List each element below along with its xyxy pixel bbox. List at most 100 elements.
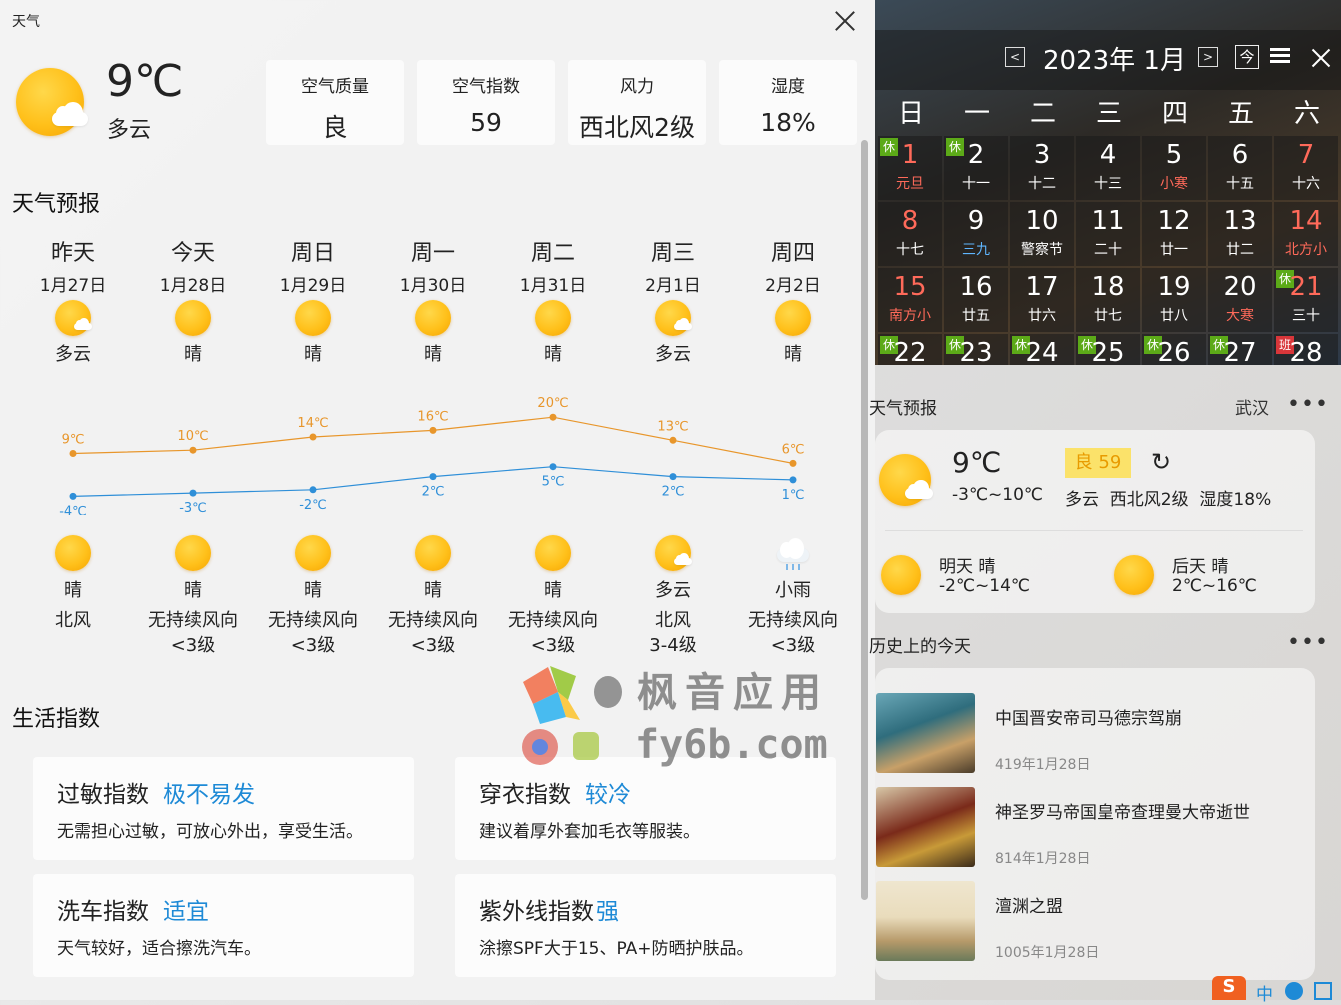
calendar-day[interactable]: 休 1 元旦 [878,136,942,200]
calendar-day[interactable]: 9 三九 [944,202,1008,266]
calendar-day[interactable]: 12 廿一 [1142,202,1206,266]
night-condition: 晴 [184,580,202,601]
scrollbar[interactable] [861,140,868,900]
lunar-label: 十七 [896,242,924,258]
life-card-allergy[interactable]: 过敏指数 极不易发 无需担心过敏，可放心外出，享受生活。 [33,757,414,860]
day-number: 25 [1091,338,1125,365]
calendar-day[interactable]: 16 廿五 [944,268,1008,332]
calendar-day[interactable]: 班 28 [1274,334,1338,365]
calendar-day[interactable]: 休 24 [1010,334,1074,365]
history-image[interactable] [876,693,975,773]
calendar-day[interactable]: 休 21 三十 [1274,268,1338,332]
history-image[interactable] [876,881,975,961]
life-card-uv[interactable]: 紫外线指数 强 涂擦SPF大于15、PA+防晒护肤品。 [455,874,836,977]
emoji-icon[interactable] [1285,982,1303,1000]
history-item-title[interactable]: 澶渊之盟 [995,892,1063,917]
wind-direction: 无持续风向 [748,610,838,631]
calendar-day[interactable]: 18 廿七 [1076,268,1140,332]
calendar-day[interactable]: 休 25 [1076,334,1140,365]
calendar-day[interactable]: 休 27 [1208,334,1272,365]
close-icon[interactable] [1311,48,1331,68]
tomorrow-label: 明天 晴 [939,557,996,577]
widget-city[interactable]: 武汉 [1235,394,1269,419]
wind-card: 风力 西北风2级 [568,60,706,145]
after-tomorrow-label: 后天 晴 [1172,557,1229,577]
high-temp-label: 10℃ [177,429,208,444]
day-number: 1 [901,140,919,170]
day-number: 4 [1099,140,1117,170]
low-temp-label: 5℃ [542,475,565,490]
day-number: 13 [1223,206,1257,236]
history-item-title[interactable]: 神圣罗马帝国皇帝查理曼大帝逝世 [995,798,1250,823]
widget-title: 天气预报 [869,399,937,419]
day-number: 28 [1289,338,1323,365]
menu-icon[interactable] [1270,45,1290,67]
wind-direction: 无持续风向 [268,610,358,631]
history-image[interactable] [876,787,975,867]
calendar-day[interactable]: 8 十七 [878,202,942,266]
calendar-day[interactable]: 7 十六 [1274,136,1338,200]
lunar-label: 廿五 [962,308,990,324]
high-temp-point [189,446,197,454]
calendar-day[interactable]: 休 26 [1142,334,1206,365]
aqi-badge: 良 59 [1065,448,1131,478]
day-date: 1月27日 [39,276,107,296]
calendar-day[interactable]: 休 23 [944,334,1008,365]
weekday-label: 一 [963,99,990,129]
history-item-title[interactable]: 中国晋安帝司马德宗驾崩 [995,704,1182,729]
lunar-label: 小寒 [1160,176,1188,192]
calendar-day[interactable]: 19 廿八 [1142,268,1206,332]
day-condition: 晴 [184,344,202,365]
wind-direction: 无持续风向 [508,610,598,631]
wind-info: 无持续风向 <3级 [733,608,853,658]
day-number: 14 [1289,206,1323,236]
prev-month-button[interactable]: < [1005,47,1025,67]
forecast-night: 多云 北风 3-4级 [613,576,733,658]
grid-icon[interactable] [1314,982,1332,1000]
night-condition: 晴 [304,580,322,601]
widget-detail: 多云 西北风2级 湿度18% [1065,490,1272,510]
stat-label: 风力 [620,77,654,97]
life-card-clothing[interactable]: 穿衣指数 较冷 建议着厚外套加毛衣等服装。 [455,757,836,860]
ime-mode[interactable]: 中 [1256,980,1273,1005]
cloud-icon [74,317,92,331]
calendar-day[interactable]: 4 十三 [1076,136,1140,200]
calendar-day[interactable]: 20 大寒 [1208,268,1272,332]
forecast-night: 晴无持续风向 <3级 [373,576,493,658]
calendar-day[interactable]: 6 十五 [1208,136,1272,200]
life-level: 强 [596,899,619,925]
day-date: 2月1日 [645,276,701,296]
day-date: 2月2日 [765,276,821,296]
day-number: 19 [1157,272,1191,302]
low-temp-point [309,486,317,494]
calendar-day[interactable]: 3 十二 [1010,136,1074,200]
today-button[interactable]: 今 [1235,45,1259,69]
calendar-day[interactable]: 休 22 [878,334,942,365]
calendar-day[interactable]: 17 廿六 [1010,268,1074,332]
forecast-day: 周二 1月31日 [493,235,613,296]
more-icon[interactable]: ••• [1287,630,1329,655]
calendar-day[interactable]: 15 南方小 [878,268,942,332]
humidity-card: 湿度 18% [719,60,857,145]
calendar-widget: < 2023年 1月 > 今 日一二三四五六 休 1 元旦休 2 十一 3 十二 4 十三 5 小寒… [875,0,1341,365]
close-button[interactable] [832,8,858,34]
next-month-button[interactable]: > [1198,47,1218,67]
wind-info: 无持续风向 <3级 [253,608,373,658]
more-icon[interactable]: ••• [1287,392,1329,417]
sogou-icon[interactable]: S [1212,976,1246,1000]
sun-icon [881,555,921,595]
calendar-day[interactable]: 13 廿二 [1208,202,1272,266]
forecast-night: 晴无持续风向 <3级 [493,576,613,658]
day-condition: 多云 [55,344,91,365]
life-card-carwash[interactable]: 洗车指数 适宜 天气较好，适合擦洗汽车。 [33,874,414,977]
day-date: 1月31日 [519,276,587,296]
widget-card: 9℃ 良 59 ↻ -3℃~10℃ 多云 西北风2级 湿度18% 明天 晴 -2… [875,430,1315,613]
calendar-day[interactable]: 11 二十 [1076,202,1140,266]
calendar-day[interactable]: 5 小寒 [1142,136,1206,200]
refresh-icon[interactable]: ↻ [1151,448,1171,476]
calendar-day[interactable]: 14 北方小 [1274,202,1338,266]
night-condition: 晴 [544,580,562,601]
calendar-day[interactable]: 休 2 十一 [944,136,1008,200]
wind-info: 无持续风向 <3级 [493,608,613,658]
calendar-day[interactable]: 10 警察节 [1010,202,1074,266]
